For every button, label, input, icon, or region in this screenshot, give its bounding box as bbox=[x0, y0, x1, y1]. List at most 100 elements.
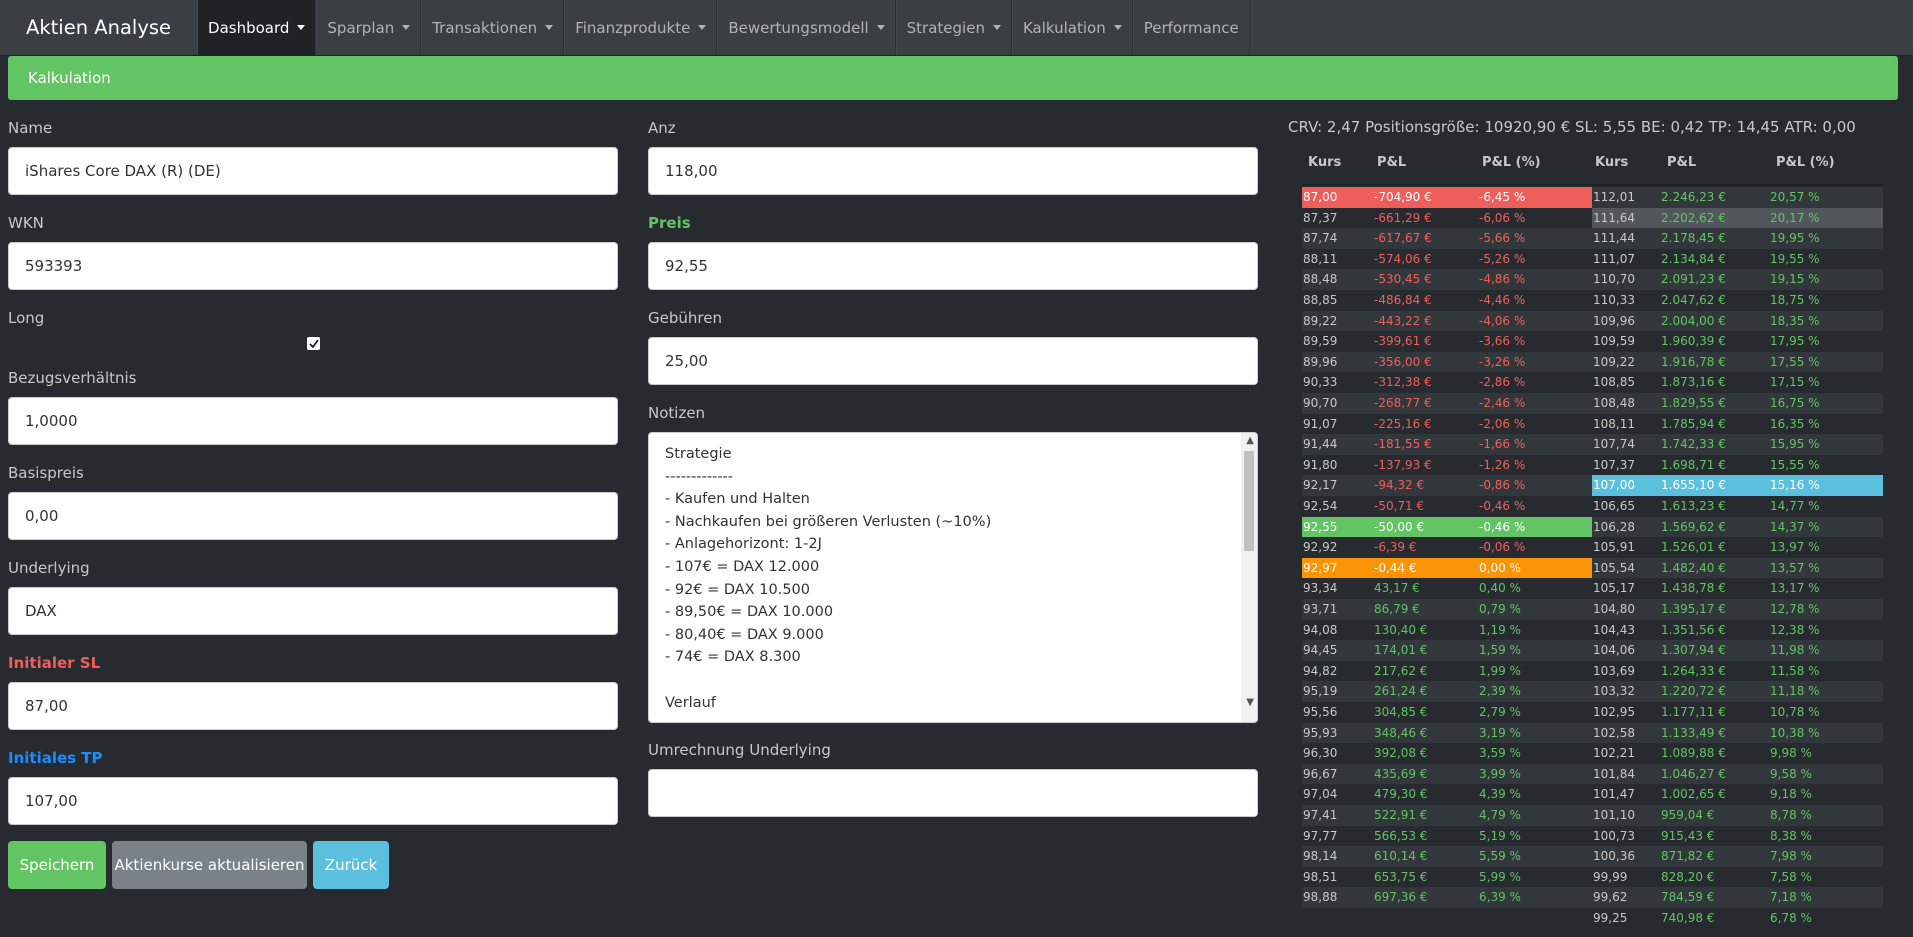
scroll-up-icon[interactable]: ▲ bbox=[1246, 435, 1254, 446]
caret-down-icon bbox=[402, 25, 411, 30]
gebuehren-label: Gebühren bbox=[648, 309, 722, 327]
pl-pct-cell: 11,18 % bbox=[1770, 684, 1820, 699]
bezug-input[interactable] bbox=[8, 397, 618, 445]
pl-pct-cell: -0,86 % bbox=[1479, 478, 1526, 493]
kurs-cell: 92,55 bbox=[1303, 519, 1338, 534]
anz-input[interactable] bbox=[648, 147, 1258, 195]
pl-pct-cell: 13,97 % bbox=[1770, 540, 1820, 555]
note-line: - 92€ = DAX 10.500 bbox=[665, 581, 810, 598]
pl-pct-cell: 5,19 % bbox=[1479, 828, 1521, 843]
pl-cell: 740,98 € bbox=[1661, 911, 1715, 925]
pl-cell: 2.047,62 € bbox=[1661, 293, 1726, 307]
pl-cell: 566,53 € bbox=[1374, 828, 1428, 843]
pl-cell: 479,30 € bbox=[1374, 787, 1428, 802]
kurs-cell: 92,97 bbox=[1303, 560, 1338, 575]
kurs-cell: 101,10 bbox=[1593, 808, 1635, 822]
initial-sl-input[interactable] bbox=[8, 682, 618, 730]
kurs-cell: 95,19 bbox=[1303, 684, 1338, 699]
pl-pct-cell: 3,99 % bbox=[1479, 766, 1521, 781]
pl-cell: -50,00 € bbox=[1374, 519, 1425, 534]
umrechnung-input[interactable] bbox=[648, 769, 1258, 817]
kurs-cell: 88,85 bbox=[1303, 293, 1338, 307]
nav-item-strategien[interactable]: Strategien bbox=[895, 0, 1012, 55]
kurs-cell: 94,82 bbox=[1303, 663, 1338, 678]
nav-item-dashboard[interactable]: Dashboard bbox=[197, 0, 317, 55]
nav-item-label: Strategien bbox=[906, 18, 985, 37]
note-line: ------------- bbox=[665, 468, 734, 485]
kurs-cell: 89,22 bbox=[1303, 313, 1338, 328]
nav-item-finanzprodukte[interactable]: Finanzprodukte bbox=[564, 0, 718, 55]
brand[interactable]: Aktien Analyse bbox=[0, 0, 197, 55]
pl-pct-cell: 7,98 % bbox=[1770, 849, 1812, 864]
pl-cell: 1.220,72 € bbox=[1661, 684, 1726, 699]
preis-input[interactable] bbox=[648, 242, 1258, 290]
pl-pct-cell: 16,75 % bbox=[1770, 396, 1820, 410]
notizen-textarea[interactable]: Strategie ------------- - Kaufen und Halte… bbox=[648, 432, 1258, 723]
nav-item-transaktionen[interactable]: Transaktionen bbox=[421, 0, 565, 55]
kurs-cell: 105,91 bbox=[1593, 540, 1635, 555]
update-prices-button[interactable]: Aktienkurse aktualisieren bbox=[112, 841, 307, 889]
kurs-cell: 94,08 bbox=[1303, 622, 1338, 637]
kurs-cell: 112,01 bbox=[1593, 190, 1635, 204]
pl-cell: 784,59 € bbox=[1661, 890, 1715, 905]
nav-item-performance[interactable]: Performance bbox=[1132, 0, 1250, 55]
long-checkbox[interactable] bbox=[307, 337, 320, 350]
kurs-cell: 90,70 bbox=[1303, 396, 1338, 410]
kurs-cell: 108,85 bbox=[1593, 375, 1635, 390]
pl-pct-cell: 4,39 % bbox=[1479, 787, 1521, 802]
pl-pct-cell: 0,79 % bbox=[1479, 602, 1521, 616]
kurs-cell: 94,45 bbox=[1303, 643, 1338, 658]
initial-tp-input[interactable] bbox=[8, 777, 618, 825]
pl-pct-cell: 17,95 % bbox=[1770, 334, 1820, 349]
basispreis-input[interactable] bbox=[8, 492, 618, 540]
pl-pct-cell: 19,15 % bbox=[1770, 272, 1820, 287]
save-button[interactable]: Speichern bbox=[8, 841, 106, 889]
pl-cell: -50,71 € bbox=[1374, 499, 1425, 513]
wkn-input[interactable] bbox=[8, 242, 618, 290]
kurs-cell: 91,07 bbox=[1303, 416, 1338, 431]
section-header-alert: Kalkulation bbox=[8, 56, 1898, 100]
pl-pct-cell: -6,06 % bbox=[1479, 210, 1526, 225]
pl-pct-cell: -2,46 % bbox=[1479, 396, 1526, 410]
textarea-scrollbar[interactable]: ▲ ▼ bbox=[1241, 433, 1257, 722]
name-input[interactable] bbox=[8, 147, 618, 195]
pl-cell: 2.134,84 € bbox=[1661, 251, 1726, 266]
pl-cell: -443,22 € bbox=[1374, 313, 1432, 328]
pl-pct-cell: 2,39 % bbox=[1479, 684, 1521, 699]
pl-pct-cell: 16,35 % bbox=[1770, 416, 1820, 431]
pl-pct-cell: 8,38 % bbox=[1770, 828, 1812, 843]
pl-pct-cell: 9,98 % bbox=[1770, 746, 1812, 761]
pl-cell: -530,45 € bbox=[1374, 272, 1432, 287]
scrollbar-thumb[interactable] bbox=[1244, 451, 1254, 551]
anz-label: Anz bbox=[648, 119, 676, 137]
kurs-cell: 103,69 bbox=[1593, 663, 1635, 678]
kurs-cell: 101,47 bbox=[1593, 787, 1635, 802]
pl-pct-cell: 11,98 % bbox=[1770, 643, 1820, 658]
pl-cell: -94,32 € bbox=[1374, 478, 1425, 493]
note-line: - 74€ = DAX 8.300 bbox=[665, 649, 801, 666]
table-header-divider bbox=[1302, 184, 1883, 186]
nav-item-bewertungsmodell[interactable]: Bewertungsmodell bbox=[717, 0, 896, 55]
kurs-cell: 105,54 bbox=[1593, 560, 1635, 575]
scroll-down-icon[interactable]: ▼ bbox=[1246, 697, 1254, 708]
kurs-cell: 90,33 bbox=[1303, 375, 1338, 390]
pl-cell: 1.829,55 € bbox=[1661, 396, 1726, 410]
nav-item-label: Finanzprodukte bbox=[575, 18, 691, 37]
kurs-cell: 107,74 bbox=[1593, 437, 1635, 452]
pl-pct-cell: 3,59 % bbox=[1479, 746, 1521, 761]
pl-pct-cell: -6,45 % bbox=[1479, 190, 1526, 204]
gebuehren-input[interactable] bbox=[648, 337, 1258, 385]
pl-pct-cell: 6,78 % bbox=[1770, 911, 1812, 925]
highlight-row-right bbox=[1592, 475, 1883, 496]
nav-item-kalkulation[interactable]: Kalkulation bbox=[1011, 0, 1133, 55]
header-plpct-right: P&L (%) bbox=[1776, 155, 1835, 170]
kurs-cell: 92,92 bbox=[1303, 540, 1338, 555]
underlying-label: Underlying bbox=[8, 559, 90, 577]
back-button[interactable]: Zurück bbox=[313, 841, 389, 889]
nav-item-sparplan[interactable]: Sparplan bbox=[316, 0, 422, 55]
kurs-cell: 100,73 bbox=[1593, 828, 1635, 843]
underlying-input[interactable] bbox=[8, 587, 618, 635]
pl-cell: 1.395,17 € bbox=[1661, 602, 1726, 616]
kurs-cell: 109,22 bbox=[1593, 354, 1635, 369]
caret-down-icon bbox=[876, 25, 885, 30]
